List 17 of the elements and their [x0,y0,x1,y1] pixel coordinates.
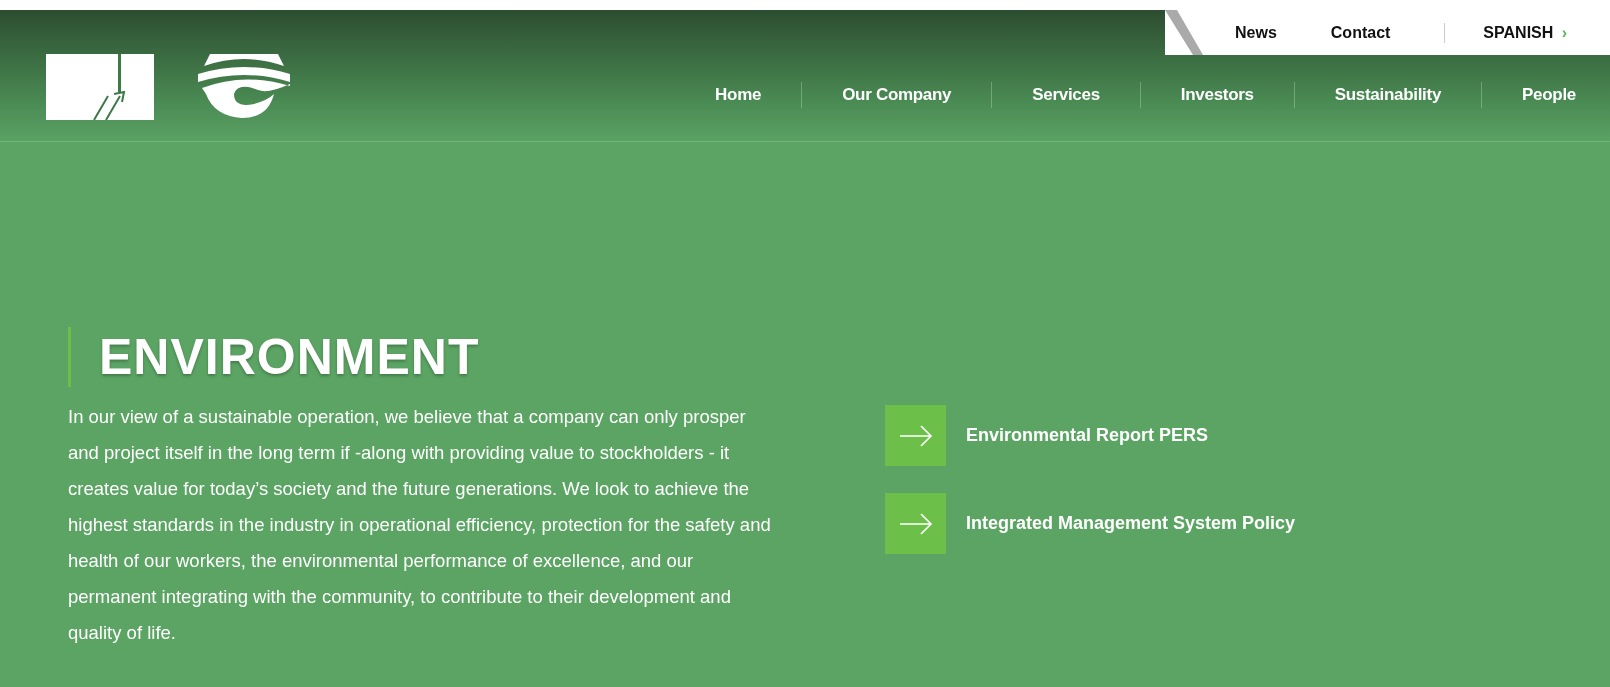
arrow-icon [898,512,933,535]
nav-link[interactable]: Services [992,85,1140,105]
nav-link[interactable]: Our Company [802,85,992,105]
arrow-icon [898,424,933,447]
intro-paragraph: In our view of a sustainable operation, we believe that a company can only prosper and project itself in the long term if -along with providing value to stockholders - it creates value for today’s society and the future generations. We look to achieve the highest standards in the industry in operational efficiency, protection for the safety and health of our workers, the environmental performance of excellence, and our permanent integrating with the community, to contribute to their development and quality of life. [68,405,772,645]
nav-link[interactable]: Home [675,85,802,105]
page-heading: ENVIRONMENT [68,327,780,387]
document-link[interactable]: Environmental Report PERS [966,425,1209,446]
top-link[interactable]: Contact [1330,23,1391,42]
top-link[interactable]: News [1235,23,1277,42]
wave-logo-icon[interactable] [198,54,290,118]
nav-link[interactable]: Investors [1140,85,1294,105]
company-logo-drawing[interactable] [46,54,154,120]
nav-link[interactable]: People [1482,85,1610,105]
language-link[interactable]: SPANISH › [1483,23,1568,42]
document-link[interactable]: Integrated Management System Policy [966,513,1296,534]
nav-link[interactable]: Sustainability [1294,85,1482,105]
